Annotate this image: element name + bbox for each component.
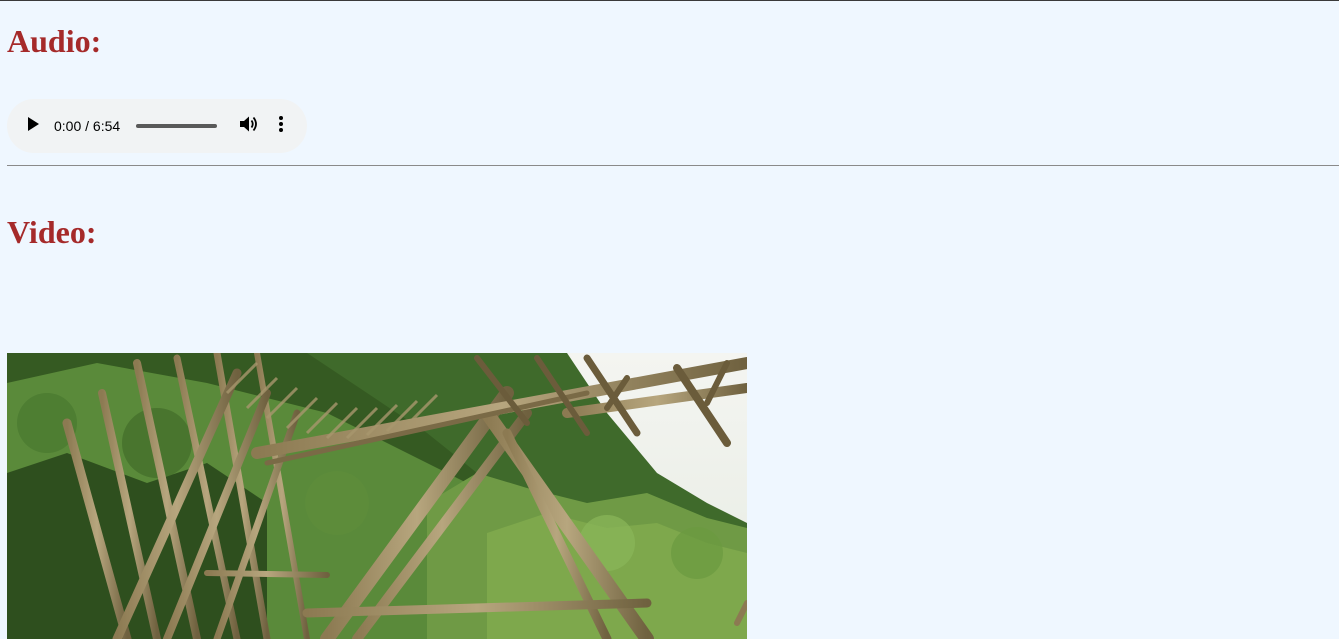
more-vert-icon — [278, 115, 284, 138]
volume-icon — [239, 115, 259, 138]
more-options-button[interactable] — [269, 114, 293, 138]
play-icon — [26, 116, 40, 137]
mute-button[interactable] — [237, 114, 261, 138]
video-player[interactable] — [7, 353, 747, 639]
play-button[interactable] — [21, 114, 45, 138]
video-poster-image — [7, 353, 747, 639]
audio-heading: Audio: — [7, 23, 102, 59]
seek-slider[interactable] — [136, 124, 217, 128]
time-display: 0:00 / 6:54 — [54, 118, 121, 134]
section-divider — [7, 165, 1339, 166]
video-heading: Video: — [7, 214, 97, 250]
audio-player[interactable]: 0:00 / 6:54 — [7, 99, 307, 153]
top-divider — [0, 0, 1339, 1]
